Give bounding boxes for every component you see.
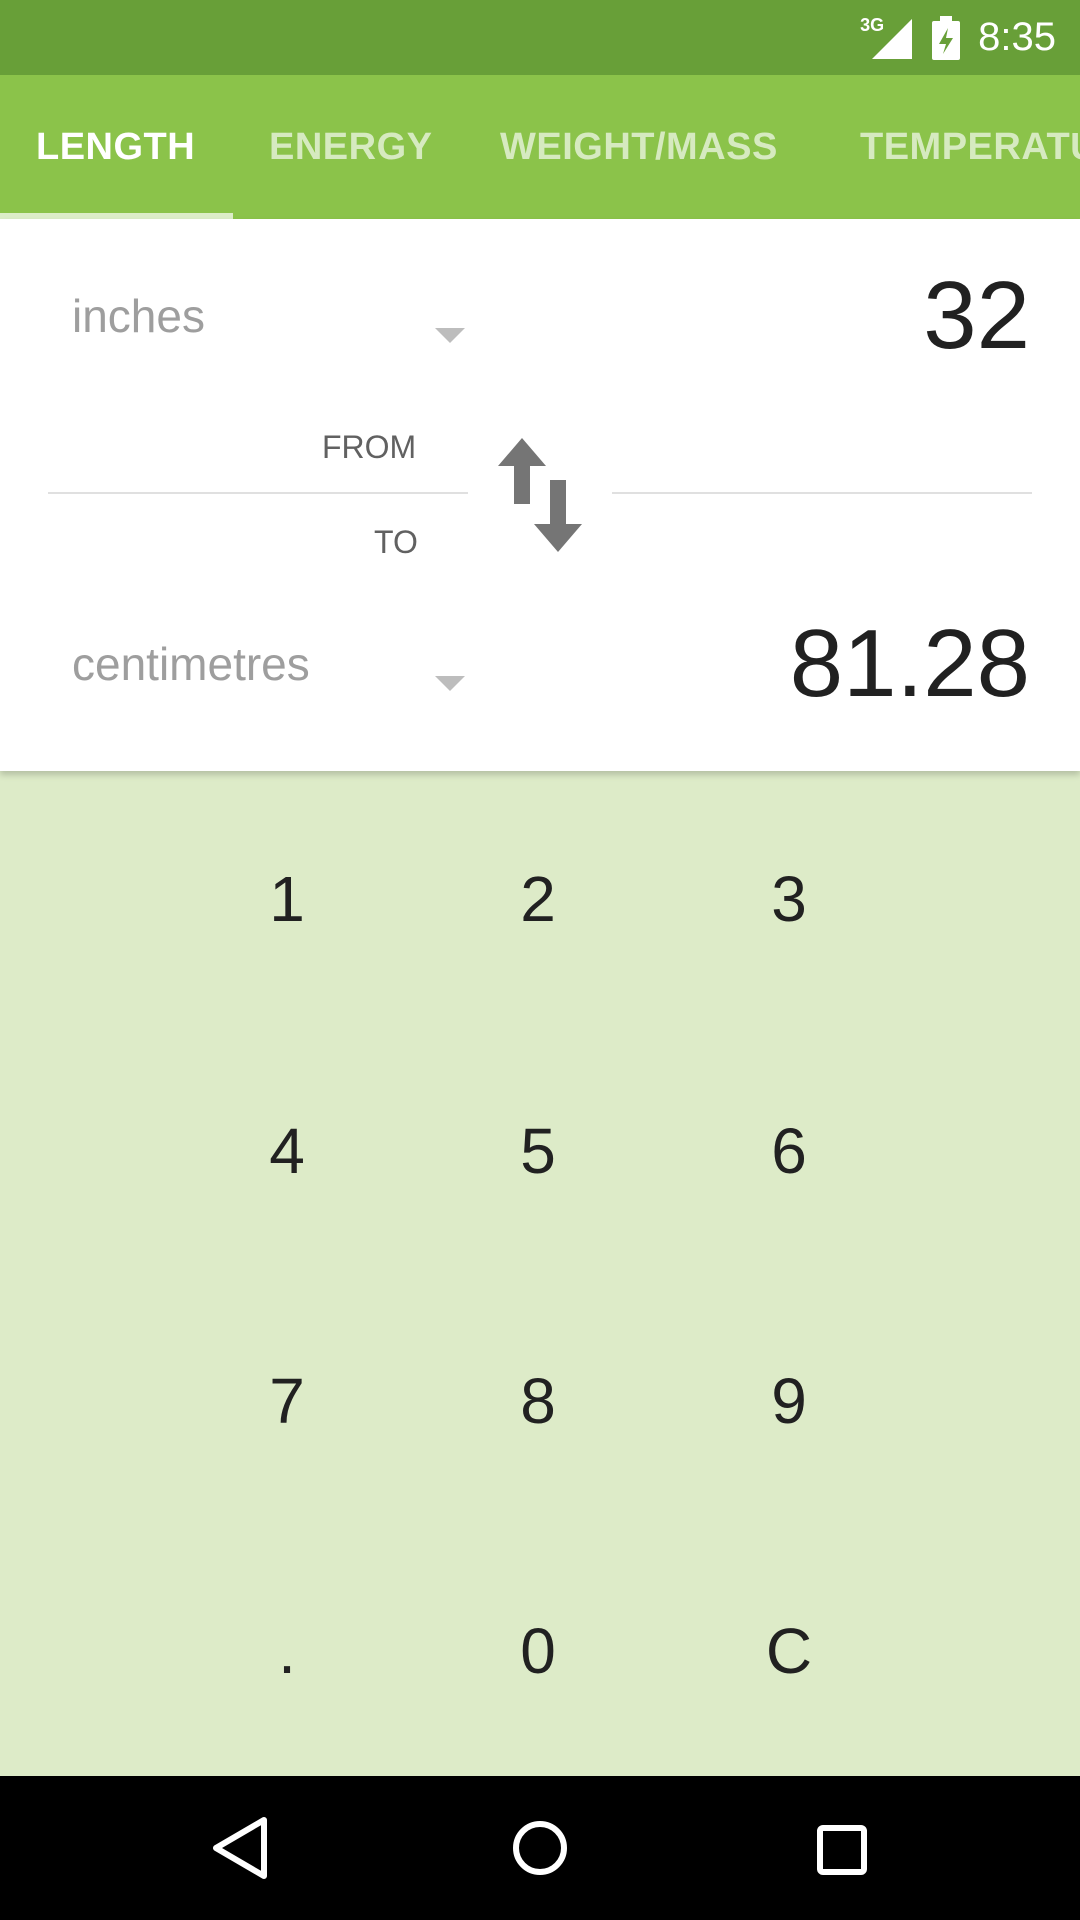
key-clear[interactable]: C [689,1551,889,1751]
converter-card: inches 32 FROM TO centimetres 81.28 [0,219,1080,771]
status-time: 8:35 [978,15,1056,59]
key-8[interactable]: 8 [438,1301,638,1501]
from-unit-dropdown[interactable]: inches [50,259,470,369]
system-nav-bar [0,1776,1080,1920]
from-value-field[interactable]: 32 [923,261,1030,371]
home-button[interactable] [500,1808,580,1888]
key-7[interactable]: 7 [187,1301,387,1501]
back-button[interactable] [200,1808,280,1888]
key-2[interactable]: 2 [438,799,638,999]
status-icons: 3G 8:35 [860,0,1056,75]
recents-square-icon [817,1825,867,1875]
key-1[interactable]: 1 [187,799,387,999]
tab-weight-mass[interactable]: WEIGHT/MASS [500,75,778,219]
from-label: FROM [322,429,417,465]
to-value-field[interactable]: 81.28 [790,609,1030,719]
chevron-down-icon [435,328,465,343]
swap-units-button[interactable] [490,438,594,552]
key-0[interactable]: 0 [438,1551,638,1751]
back-triangle-icon [213,1817,267,1879]
recents-button[interactable] [800,1808,880,1888]
to-unit-dropdown[interactable]: centimetres [50,607,470,717]
key-5[interactable]: 5 [438,1051,638,1251]
category-tab-bar: LENGTH ENERGY WEIGHT/MASS TEMPERATU [0,75,1080,219]
battery-icon [932,15,961,60]
tab-energy[interactable]: ENERGY [269,75,432,219]
key-9[interactable]: 9 [689,1301,889,1501]
swap-vertical-icon [498,438,582,552]
to-label: TO [374,524,418,560]
divider-left [48,492,468,494]
keypad: 1 2 3 4 5 6 7 8 9 . 0 C [0,771,1080,1776]
key-3[interactable]: 3 [689,799,889,999]
key-4[interactable]: 4 [187,1051,387,1251]
key-6[interactable]: 6 [689,1051,889,1251]
home-circle-icon [513,1821,567,1875]
status-bar: 3G 8:35 [0,0,1080,75]
to-unit-label: centimetres [72,638,310,690]
from-unit-label: inches [72,290,205,342]
tab-length[interactable]: LENGTH [36,75,195,219]
key-decimal[interactable]: . [187,1551,387,1751]
divider-right [612,492,1032,494]
chevron-down-icon [435,676,465,691]
signal-icon: 3G [860,15,914,59]
tab-temperature[interactable]: TEMPERATU [860,75,1080,219]
